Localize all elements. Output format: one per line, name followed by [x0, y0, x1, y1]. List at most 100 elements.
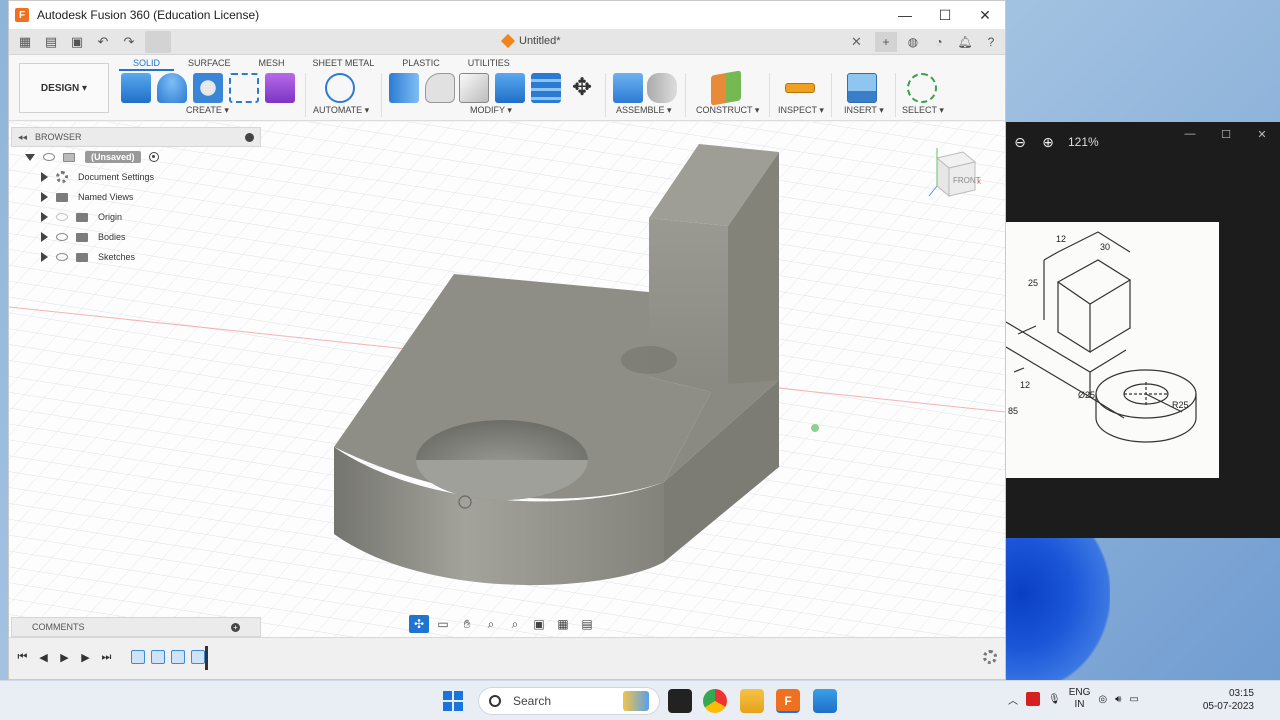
timeline-extrude-feature[interactable]	[191, 650, 205, 664]
modify-menu[interactable]: MODIFY ▾	[470, 105, 512, 116]
timeline-sketch-feature[interactable]	[131, 650, 145, 664]
job-status-icon[interactable]: ◔	[929, 32, 949, 52]
tab-plastic[interactable]: PLASTIC	[388, 57, 454, 71]
viewports-icon[interactable]: ▤	[577, 615, 597, 633]
browser-item-named-views[interactable]: Named Views	[11, 187, 261, 207]
expand-icon[interactable]	[41, 212, 48, 222]
zoom-out-icon[interactable]: ⊖	[1006, 134, 1034, 151]
browser-item-bodies[interactable]: Bodies	[11, 227, 261, 247]
visibility-icon[interactable]	[56, 213, 68, 221]
browser-collapse-icon[interactable]	[245, 132, 254, 142]
go-to-end-icon[interactable]: ⏭︎	[99, 650, 114, 665]
play-icon[interactable]: ▶	[57, 650, 72, 665]
display-settings-icon[interactable]: ▣	[529, 615, 549, 633]
expand-icon[interactable]	[41, 192, 48, 202]
timeline-extrude-feature[interactable]	[151, 650, 165, 664]
file-menu-icon[interactable]: ▤	[41, 33, 61, 51]
close-icon[interactable]: ✕	[965, 7, 1005, 24]
zoom-window-icon[interactable]: ⌕	[505, 615, 525, 633]
language-indicator[interactable]: ENG IN	[1069, 687, 1091, 711]
browser-root[interactable]: (Unsaved)	[11, 147, 261, 167]
visibility-icon[interactable]	[56, 253, 68, 261]
create-menu[interactable]: CREATE ▾	[186, 105, 229, 116]
viewport-canvas[interactable]: ◂◂ BROWSER (Unsaved) Document Settings N…	[9, 122, 1005, 639]
insert-menu[interactable]: INSERT ▾	[844, 105, 884, 116]
tab-mesh[interactable]: MESH	[245, 57, 299, 71]
construct-plane-icon[interactable]	[711, 70, 741, 106]
start-button-icon[interactable]	[443, 691, 463, 711]
measure-icon[interactable]	[785, 83, 815, 93]
shell-icon[interactable]	[495, 73, 525, 103]
combine-icon[interactable]	[531, 73, 561, 103]
step-forward-icon[interactable]: ▶	[78, 650, 93, 665]
maximize-icon[interactable]: ☐	[925, 7, 965, 24]
photos-icon[interactable]	[813, 689, 837, 713]
timeline-marker[interactable]	[205, 646, 208, 670]
save-icon[interactable]: ▣	[67, 33, 87, 51]
hole-icon[interactable]	[193, 73, 223, 103]
sketch-icon[interactable]	[229, 73, 259, 103]
step-back-icon[interactable]: ◀	[36, 650, 51, 665]
form-icon[interactable]	[265, 73, 295, 103]
tab-solid[interactable]: SOLID	[119, 57, 175, 71]
press-pull-icon[interactable]	[389, 73, 419, 103]
automate-menu[interactable]: AUTOMATE ▾	[313, 105, 369, 116]
expand-icon[interactable]	[41, 232, 48, 242]
grid-menu-icon[interactable]: ▦	[15, 33, 35, 51]
timeline-settings-gear-icon[interactable]	[983, 650, 997, 664]
tab-utilities[interactable]: UTILITIES	[454, 57, 524, 71]
chamfer-icon[interactable]	[459, 73, 489, 103]
notifications-icon[interactable]: 🔔︎	[955, 32, 975, 52]
timeline-sketch-feature[interactable]	[171, 650, 185, 664]
zoom-in-icon[interactable]: ⊕	[1034, 134, 1062, 151]
move-icon[interactable]: ✥	[567, 73, 597, 103]
extensions-icon[interactable]: ◍	[903, 32, 923, 52]
pan-icon[interactable]: ✋︎	[457, 615, 477, 633]
file-explorer-icon[interactable]	[740, 689, 764, 713]
battery-icon[interactable]: ▭	[1129, 694, 1138, 705]
home-icon[interactable]	[145, 30, 171, 53]
show-hidden-icons-icon[interactable]: ︿	[1008, 692, 1018, 707]
taskview-icon[interactable]	[668, 689, 692, 713]
visibility-icon[interactable]	[56, 233, 68, 241]
extrude-icon[interactable]	[157, 73, 187, 103]
microphone-icon[interactable]: 🎙︎	[1048, 694, 1061, 705]
browser-item-sketches[interactable]: Sketches	[11, 247, 261, 267]
workspace-switcher[interactable]: DESIGN ▾	[19, 63, 109, 113]
activate-radio-icon[interactable]	[148, 152, 159, 162]
new-component-icon[interactable]	[121, 73, 151, 103]
new-tab-icon[interactable]: +	[875, 32, 897, 52]
inspect-menu[interactable]: INSPECT ▾	[778, 105, 824, 116]
browser-item-document-settings[interactable]: Document Settings	[11, 167, 261, 187]
close-icon[interactable]: ✕	[1244, 128, 1280, 141]
minimize-icon[interactable]: —	[885, 7, 925, 24]
go-to-start-icon[interactable]: ⏮︎	[15, 650, 30, 665]
comments-panel[interactable]: COMMENTS +	[11, 617, 261, 637]
select-menu[interactable]: SELECT ▾	[902, 105, 944, 116]
collapse-arrows-icon[interactable]: ◂◂	[18, 132, 27, 143]
expand-icon[interactable]	[25, 153, 35, 161]
redo-icon[interactable]: ↷	[119, 33, 139, 51]
maximize-icon[interactable]: ☐	[1208, 128, 1244, 141]
antivirus-icon[interactable]	[1026, 692, 1040, 706]
joint-icon[interactable]	[647, 73, 677, 103]
tab-surface[interactable]: SURFACE	[174, 57, 245, 71]
expand-icon[interactable]	[41, 172, 48, 182]
document-tab[interactable]: Untitled*	[500, 33, 561, 49]
taskbar-search[interactable]: Search	[478, 687, 660, 715]
view-cube[interactable]: FRONT x	[923, 144, 987, 204]
insert-image-icon[interactable]	[847, 73, 877, 103]
network-icon[interactable]: ◎	[1098, 694, 1107, 705]
volume-icon[interactable]: 🔊︎	[1115, 694, 1121, 705]
minimize-icon[interactable]: —	[1172, 128, 1208, 141]
help-icon[interactable]: ?	[981, 32, 1001, 52]
grid-settings-icon[interactable]: ▦	[553, 615, 573, 633]
browser-item-origin[interactable]: Origin	[11, 207, 261, 227]
visibility-icon[interactable]	[43, 153, 55, 161]
assemble-menu[interactable]: ASSEMBLE ▾	[616, 105, 672, 116]
close-document-icon[interactable]: ✕	[851, 34, 862, 50]
fusion-taskbar-icon[interactable]: F	[776, 689, 800, 713]
add-comment-icon[interactable]: +	[231, 622, 240, 632]
new-component-assemble-icon[interactable]	[613, 73, 643, 103]
zoom-icon[interactable]: ⌕	[481, 615, 501, 633]
